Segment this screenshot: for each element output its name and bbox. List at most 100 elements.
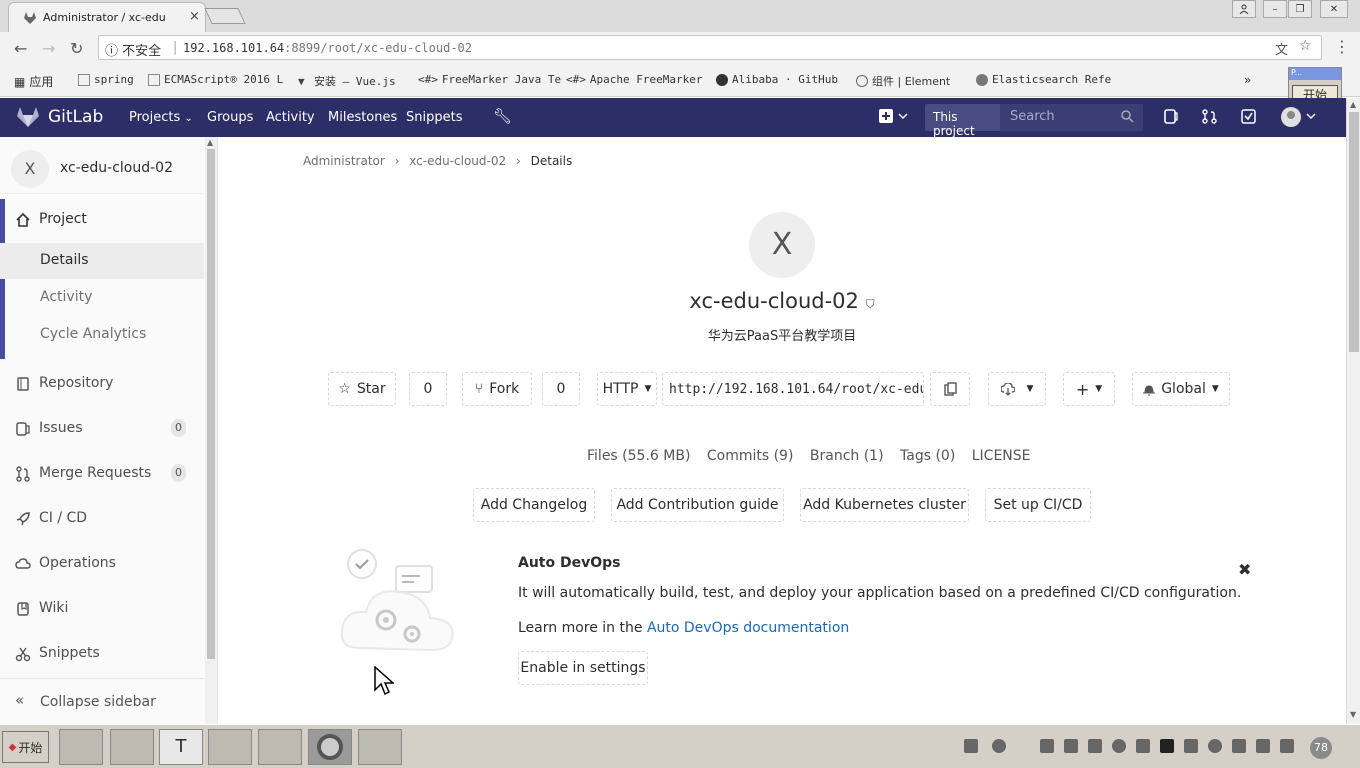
scroll-up-icon[interactable]: ▲ <box>1350 100 1356 109</box>
fork-button[interactable]: ⑂ Fork <box>462 372 532 406</box>
breadcrumb-project[interactable]: xc-edu-cloud-02 <box>409 154 506 168</box>
gitlab-brand[interactable]: GitLab <box>48 107 103 127</box>
bookmark-vue[interactable]: ▼ 安装 — Vue.js <box>298 73 396 89</box>
bookmark-alibaba-github[interactable]: Alibaba · GitHub <box>716 73 838 86</box>
star-count[interactable]: 0 <box>409 372 447 406</box>
bookmark-apps[interactable]: ▦ 应用 <box>14 73 53 90</box>
stat-license[interactable]: LICENSE <box>972 448 1031 464</box>
tray-app-icon-6[interactable] <box>1232 739 1246 753</box>
stat-branch[interactable]: Branch (1) <box>810 448 884 464</box>
sidebar-project-header[interactable]: X xc-edu-cloud-02 <box>0 137 204 194</box>
bookmark-freemarker-java[interactable]: <#> FreeMarker Java Te <box>418 73 561 86</box>
scroll-down-icon[interactable]: ▼ <box>1350 710 1356 719</box>
nav-milestones[interactable]: Milestones <box>328 110 397 125</box>
add-contribution-guide-button[interactable]: Add Contribution guide <box>611 488 784 522</box>
search-input[interactable] <box>1010 109 1120 124</box>
stat-tags[interactable]: Tags (0) <box>900 448 955 464</box>
tray-keyboard-icon[interactable] <box>964 739 978 753</box>
bookmarks-overflow-icon[interactable]: » <box>1244 73 1251 87</box>
download-dropdown[interactable]: ▼ <box>988 372 1046 406</box>
search-field[interactable] <box>1000 104 1143 131</box>
gitlab-logo-icon[interactable] <box>16 106 40 128</box>
taskbar-intellij-icon[interactable] <box>59 729 103 765</box>
bookmark-element[interactable]: 组件 | Element <box>856 73 950 89</box>
tray-app-icon-3[interactable] <box>1088 739 1102 753</box>
stat-files[interactable]: Files (55.6 MB) <box>587 448 690 464</box>
sidebar-item-snippets[interactable]: Snippets <box>0 636 204 672</box>
sidebar-item-details[interactable]: Details <box>0 243 204 279</box>
back-icon[interactable]: ← <box>14 39 27 58</box>
search-scope-label[interactable]: This project <box>925 104 1000 138</box>
sidebar-item-cicd[interactable]: CI / CD <box>0 501 204 537</box>
tray-counter-badge[interactable]: 78 <box>1310 737 1332 759</box>
merge-requests-nav-icon[interactable] <box>1202 109 1217 124</box>
tray-bluetooth-icon[interactable] <box>1184 739 1198 753</box>
taskbar-app-icon[interactable] <box>208 729 252 765</box>
translate-icon[interactable]: 文 <box>1275 39 1288 58</box>
collapse-sidebar-button[interactable]: « Collapse sidebar <box>0 678 204 724</box>
taskbar-chrome-icon[interactable] <box>308 729 352 765</box>
tray-app-icon-2[interactable] <box>1064 739 1078 753</box>
taskbar-editor-icon[interactable]: T <box>159 729 203 765</box>
sidebar-scroll-thumb[interactable] <box>207 149 215 659</box>
user-icon[interactable] <box>1232 0 1256 18</box>
breadcrumb-admin[interactable]: Administrator <box>303 154 385 168</box>
start-button[interactable]: ◆ 开始 <box>2 731 49 763</box>
url-field[interactable]: ⓘ 不安全 | 192.168.101.64:8899/root/xc-edu-… <box>98 35 1322 60</box>
nav-groups[interactable]: Groups <box>207 110 253 125</box>
setup-cicd-button[interactable]: Set up CI/CD <box>985 488 1091 522</box>
restore-icon[interactable]: ❐ <box>1288 0 1312 18</box>
tray-nvidia-icon[interactable] <box>1136 739 1150 753</box>
tray-network-globe-icon[interactable] <box>1208 739 1222 753</box>
sidebar-item-project[interactable]: Project <box>0 202 204 238</box>
bookmark-spring[interactable]: spring <box>78 73 134 86</box>
issues-nav-icon[interactable] <box>1163 109 1178 124</box>
notification-dropdown[interactable]: Global ▼ <box>1132 372 1230 406</box>
sidebar-item-operations[interactable]: Operations <box>0 546 204 582</box>
taskbar-recorder-icon[interactable] <box>358 729 402 765</box>
sidebar-scrollbar[interactable]: ▲ <box>205 137 217 724</box>
close-icon[interactable]: ✖ <box>1238 560 1251 579</box>
add-dropdown[interactable]: + ▼ <box>1063 372 1115 406</box>
nav-snippets[interactable]: Snippets <box>406 110 462 125</box>
bookmark-elasticsearch[interactable]: Elasticsearch Refe <box>976 73 1111 86</box>
copy-url-button[interactable] <box>930 372 970 406</box>
nav-activity[interactable]: Activity <box>266 110 315 125</box>
sidebar-item-repository[interactable]: Repository <box>0 366 204 402</box>
tray-app-icon-5[interactable] <box>1160 739 1174 753</box>
page-scrollbar[interactable]: ▲ ▼ <box>1346 98 1360 724</box>
breadcrumb-current[interactable]: Details <box>531 154 573 168</box>
tray-signal-icon[interactable] <box>1280 739 1294 753</box>
taskbar-git-icon[interactable] <box>258 729 302 765</box>
bookmark-star-icon[interactable]: ☆ <box>1299 38 1312 54</box>
nav-projects[interactable]: Projects ⌄ <box>129 110 193 125</box>
tray-app-icon-4[interactable] <box>1112 739 1126 753</box>
browser-tab[interactable]: Administrator / xc-edu × <box>8 2 206 32</box>
bookmark-apache-freemarker[interactable]: <#> Apache FreeMarker <box>566 73 702 86</box>
scroll-up-icon[interactable]: ▲ <box>207 138 213 147</box>
sidebar-item-merge-requests[interactable]: Merge Requests 0 <box>0 456 204 492</box>
add-kubernetes-cluster-button[interactable]: Add Kubernetes cluster <box>800 488 969 522</box>
enable-in-settings-button[interactable]: Enable in settings <box>518 651 648 685</box>
new-plus-icon[interactable] <box>878 108 908 124</box>
auto-devops-docs-link[interactable]: Auto DevOps documentation <box>647 620 849 636</box>
add-changelog-button[interactable]: Add Changelog <box>473 488 595 522</box>
close-window-icon[interactable]: ✕ <box>1320 0 1348 18</box>
close-tab-icon[interactable]: × <box>189 9 200 24</box>
clone-url-input[interactable]: http://192.168.101.64/root/xc-edu <box>662 372 924 406</box>
tray-volume-icon[interactable] <box>1256 739 1270 753</box>
admin-wrench-icon[interactable]: 🔧︎ <box>493 107 512 125</box>
user-avatar-menu[interactable] <box>1280 106 1320 128</box>
insecure-indicator[interactable]: ⓘ 不安全 <box>105 40 161 59</box>
tray-help-icon[interactable] <box>992 739 1006 753</box>
sidebar-item-issues[interactable]: Issues 0 <box>0 411 204 447</box>
stat-commits[interactable]: Commits (9) <box>707 448 794 464</box>
bookmark-ecmascript[interactable]: ECMAScript® 2016 L <box>148 73 283 86</box>
menu-icon[interactable]: ⋮ <box>1334 37 1350 56</box>
star-button[interactable]: ☆ Star <box>328 372 396 406</box>
todos-check-icon[interactable] <box>1241 109 1256 124</box>
page-scroll-thumb[interactable] <box>1349 112 1359 352</box>
sidebar-item-wiki[interactable]: Wiki <box>0 591 204 627</box>
reload-icon[interactable]: ↻ <box>70 39 83 58</box>
fork-count[interactable]: 0 <box>542 372 580 406</box>
